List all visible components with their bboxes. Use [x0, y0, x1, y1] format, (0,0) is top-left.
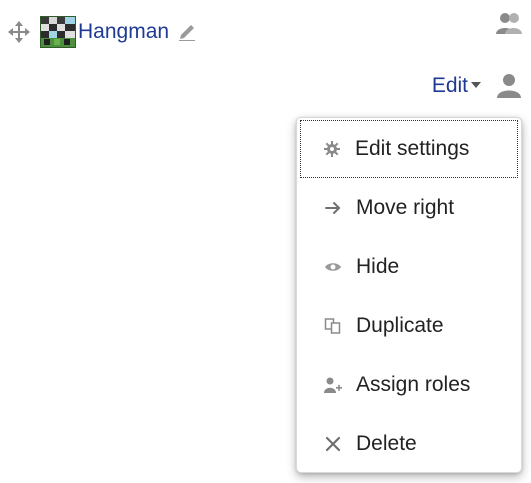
menu-item-assign-roles[interactable]: Assign roles: [297, 356, 521, 414]
menu-item-label: Assign roles: [356, 373, 471, 396]
assign-roles-icon: [324, 376, 342, 394]
close-icon: [324, 435, 342, 453]
group-icon[interactable]: [495, 10, 523, 38]
edit-row: Edit: [432, 68, 523, 104]
menu-item-edit-settings[interactable]: Edit settings: [300, 120, 518, 178]
arrow-right-icon: [324, 199, 342, 217]
activity-row: Hangman: [8, 14, 197, 50]
menu-item-label: Duplicate: [356, 314, 444, 337]
pencil-icon[interactable]: [177, 22, 197, 42]
menu-item-duplicate[interactable]: Duplicate: [297, 297, 521, 355]
menu-item-label: Delete: [356, 432, 417, 455]
edit-menu-toggle[interactable]: Edit: [432, 74, 481, 98]
activity-name-link[interactable]: Hangman: [78, 20, 169, 44]
menu-item-move-right[interactable]: Move right: [297, 179, 521, 237]
move-icon[interactable]: [8, 21, 30, 43]
menu-item-delete[interactable]: Delete: [297, 415, 521, 473]
eye-icon: [324, 258, 342, 276]
caret-down-icon: [471, 77, 481, 88]
gear-icon: [323, 140, 341, 158]
menu-item-hide[interactable]: Hide: [297, 238, 521, 296]
menu-item-label: Move right: [356, 196, 455, 219]
duplicate-icon: [324, 317, 342, 335]
hangman-activity-icon: [40, 16, 76, 48]
edit-dropdown-menu: Edit settings Move right Hide Duplicate …: [296, 117, 522, 473]
menu-item-label: Edit settings: [355, 137, 470, 160]
user-icon[interactable]: [495, 72, 523, 100]
edit-label: Edit: [431, 74, 468, 97]
menu-item-label: Hide: [356, 255, 400, 278]
